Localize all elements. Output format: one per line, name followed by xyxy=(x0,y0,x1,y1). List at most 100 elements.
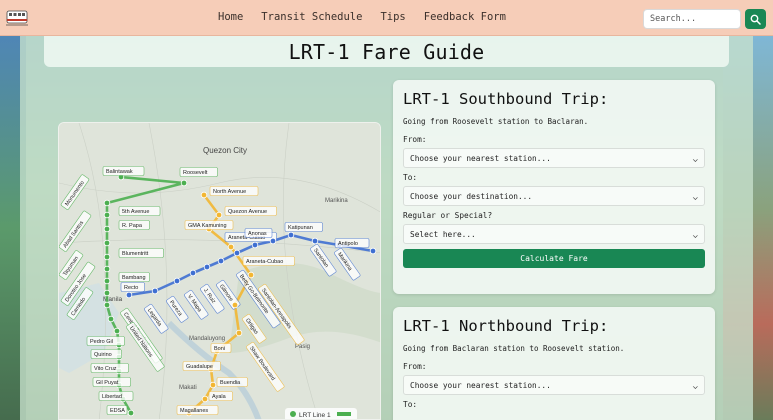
southbound-from-select[interactable]: Choose your nearest station... ⌄ xyxy=(403,148,705,168)
northbound-title: LRT-1 Northbound Trip: xyxy=(403,317,609,335)
chevron-down-icon: ⌄ xyxy=(692,191,699,201)
lrt1-station-marker xyxy=(103,265,111,273)
page-title: LRT-1 Fare Guide xyxy=(288,39,485,64)
southbound-type-select[interactable]: Select here... ⌄ xyxy=(403,224,705,244)
city-label-mandaluyong: Mandaluyong xyxy=(189,336,225,342)
mrt3-station-label: Magallanes xyxy=(180,408,208,414)
lrt1-station-label: R. Papa xyxy=(122,223,143,229)
southbound-type-value: Select here... xyxy=(410,229,476,239)
northbound-from-label: From: xyxy=(403,362,427,371)
mrt3-station-marker xyxy=(200,191,208,199)
lrt2-station-label: Recto xyxy=(124,285,138,291)
train-logo-icon[interactable] xyxy=(6,8,28,28)
northbound-from-value: Choose your nearest station... xyxy=(410,380,551,390)
southbound-to-value: Choose your destination... xyxy=(410,191,533,201)
title-card: LRT-1 Fare Guide xyxy=(44,36,729,67)
calculate-fare-button[interactable]: Calculate Fare xyxy=(403,249,705,268)
map-legend: LRT Line 1 xyxy=(285,408,357,419)
lrt2-station-marker xyxy=(189,269,197,277)
mrt3-station-marker xyxy=(231,301,239,309)
city-label-marikina: Marikina xyxy=(325,198,348,204)
lrt1-station-label: Libertad xyxy=(102,394,122,400)
nav-transit-schedule[interactable]: Transit Schedule xyxy=(261,11,362,23)
lrt1-station-label: Balintawak xyxy=(106,169,133,175)
lrt2-station-marker xyxy=(173,277,181,285)
lrt1-station-marker xyxy=(103,253,111,261)
chevron-down-icon: ⌄ xyxy=(692,229,699,239)
southbound-type-label: Regular or Special? xyxy=(403,211,493,220)
northbound-card: LRT-1 Northbound Trip: Going from Baclar… xyxy=(393,307,715,420)
mrt3-station-label: GMA Kamuning xyxy=(188,223,227,229)
mrt3-station-label: Ayala xyxy=(212,394,227,400)
lrt1-station-marker xyxy=(103,199,111,207)
nav-links: Home Transit Schedule Tips Feedback Form xyxy=(218,11,506,23)
southbound-to-select[interactable]: Choose your destination... ⌄ xyxy=(403,186,705,206)
lrt2-station-label: Anonas xyxy=(248,231,267,237)
lrt2-station-label: Antipolo xyxy=(338,241,358,247)
lrt1-station-marker xyxy=(107,315,115,323)
southbound-from-label: From: xyxy=(403,135,427,144)
lrt2-station-marker xyxy=(269,237,277,245)
mrt3-station-marker xyxy=(235,329,243,337)
lrt2-station-marker xyxy=(217,257,225,265)
mrt3-station-label: Boni xyxy=(214,346,225,352)
mrt3-station-marker xyxy=(227,243,235,251)
lrt2-station-marker xyxy=(203,263,211,271)
nav-feedback-form[interactable]: Feedback Form xyxy=(424,11,506,23)
lrt2-station-marker xyxy=(369,247,377,255)
lrt1-station-marker xyxy=(127,409,135,417)
mrt3-station-label: Araneta-Cubao xyxy=(246,259,283,265)
lrt1-station-label: Vito Cruz xyxy=(94,366,117,372)
lrt1-station-marker xyxy=(103,239,111,247)
chevron-down-icon: ⌄ xyxy=(692,380,699,390)
mrt3-station-marker xyxy=(247,271,255,279)
mrt3-station-marker xyxy=(201,395,209,403)
southbound-card: LRT-1 Southbound Trip: Going from Roosev… xyxy=(393,80,715,294)
lrt1-station-label: EDSA xyxy=(110,408,125,414)
lrt1-station-label: 5th Avenue xyxy=(122,209,149,215)
lrt2-station-marker xyxy=(251,241,259,249)
mrt3-station-label: Buendia xyxy=(220,380,241,386)
lrt1-station-marker xyxy=(103,211,111,219)
mrt3-station-label: North Avenue xyxy=(213,189,246,195)
city-label-quezon-city: Quezon City xyxy=(203,146,247,155)
southbound-description: Going from Roosevelt station to Baclaran… xyxy=(403,117,589,126)
city-label-makati: Makati xyxy=(179,385,197,391)
search-button[interactable] xyxy=(745,9,766,29)
northbound-from-select[interactable]: Choose your nearest station... ⌄ xyxy=(403,375,705,395)
southbound-from-value: Choose your nearest station... xyxy=(410,153,551,163)
lrt1-station-label: Bambang xyxy=(122,275,146,281)
lrt1-station-label: Roosevelt xyxy=(183,170,208,176)
search-input[interactable] xyxy=(643,9,741,29)
lrt1-station-marker xyxy=(103,301,111,309)
southbound-to-label: To: xyxy=(403,173,418,182)
mrt3-station-marker xyxy=(215,211,223,219)
map-legend-label: LRT Line 1 xyxy=(299,412,331,419)
lrt1-station-marker xyxy=(113,327,121,335)
chevron-down-icon: ⌄ xyxy=(692,153,699,163)
nav-home[interactable]: Home xyxy=(218,11,243,23)
transit-map: Quezon City Marikina Manila Mandaluyong … xyxy=(58,122,381,420)
mrt3-station-label: Guadalupe xyxy=(186,364,213,370)
lrt2-station-marker xyxy=(287,231,295,239)
northbound-description: Going from Baclaran station to Roosevelt… xyxy=(403,344,625,353)
lrt1-station-label: Gil Puyat xyxy=(96,380,119,386)
lrt2-station-label: Katipunan xyxy=(288,225,313,231)
nav-tips[interactable]: Tips xyxy=(380,11,405,23)
navbar: Home Transit Schedule Tips Feedback Form xyxy=(0,0,773,36)
lrt1-station-label: Blumentritt xyxy=(122,251,149,257)
southbound-title: LRT-1 Southbound Trip: xyxy=(403,90,609,108)
lrt1-station-marker xyxy=(103,277,111,285)
lrt1-station-label: Pedro Gil xyxy=(90,339,113,345)
lrt1-station-label: Quirino xyxy=(94,352,112,358)
lrt2-station-marker xyxy=(151,287,159,295)
search-icon xyxy=(750,14,761,25)
mrt3-station-marker xyxy=(209,381,217,389)
northbound-to-label: To: xyxy=(403,400,418,409)
lrt2-station-marker xyxy=(125,291,133,299)
lrt1-station-marker xyxy=(180,179,188,187)
lrt1-station-marker xyxy=(103,289,111,297)
mrt3-station-label: Quezon Avenue xyxy=(228,209,267,215)
lrt2-station-marker xyxy=(311,237,319,245)
lrt2-station-marker xyxy=(233,249,241,257)
